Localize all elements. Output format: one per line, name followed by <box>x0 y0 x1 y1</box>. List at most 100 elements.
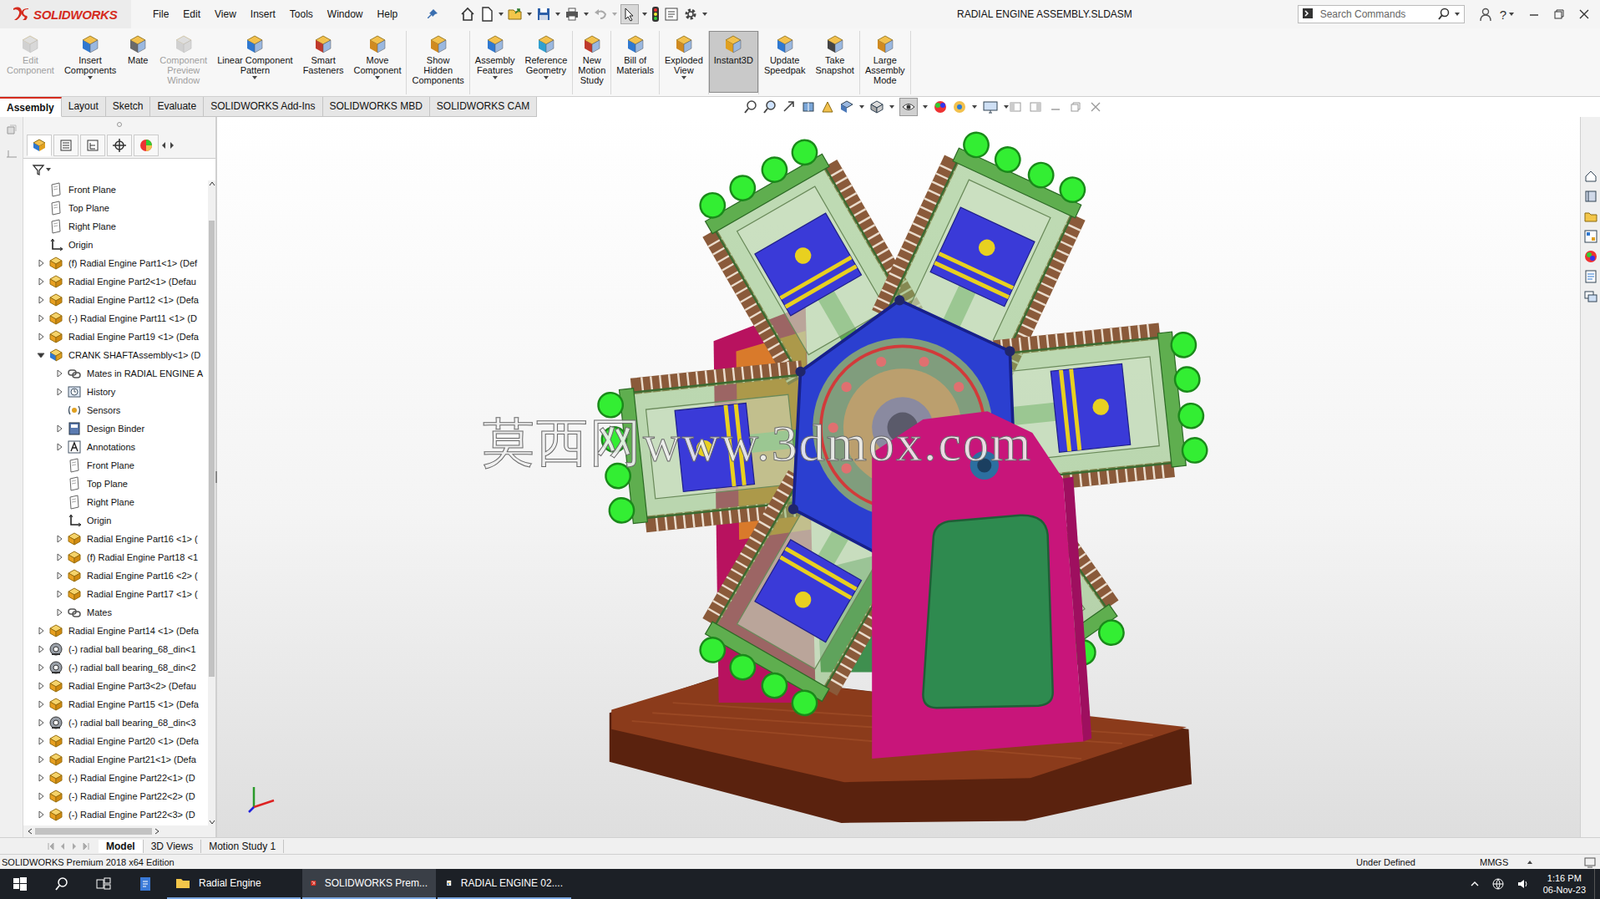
tree-item[interactable]: Top Plane <box>23 474 208 493</box>
configuration-tab[interactable] <box>80 134 106 157</box>
dropdown-icon[interactable] <box>611 10 618 18</box>
view-orientation-icon[interactable] <box>839 99 855 115</box>
command-button[interactable]: AssemblyFeatures <box>470 30 521 93</box>
expand-toggle[interactable] <box>53 440 66 453</box>
dropdown-icon[interactable] <box>971 103 978 111</box>
dropdown-icon[interactable] <box>641 10 649 18</box>
file-explorer-icon[interactable] <box>1583 208 1599 224</box>
panel-handle[interactable] <box>23 116 216 132</box>
rebuild-status-icon[interactable] <box>1583 855 1597 868</box>
property-manager-tab[interactable] <box>53 134 79 157</box>
dropdown-icon[interactable] <box>554 10 562 18</box>
command-tab[interactable]: Layout <box>61 96 107 117</box>
tree-item[interactable]: Radial Engine Part2<1> (Defau <box>23 272 208 291</box>
zoom-to-area-icon[interactable] <box>762 99 778 115</box>
display-style-icon[interactable] <box>869 99 885 115</box>
tree-item[interactable]: Right Plane <box>23 492 208 512</box>
scroll-right-icon[interactable] <box>153 827 161 835</box>
view-settings-icon[interactable] <box>982 99 999 115</box>
command-button[interactable]: Mate <box>121 30 155 93</box>
command-button[interactable]: NewMotionStudy <box>572 30 611 93</box>
tree-item[interactable]: Radial Engine Part12 <1> (Defa <box>23 290 208 309</box>
breadcrumb-icon[interactable] <box>5 123 19 137</box>
dropdown-icon[interactable] <box>582 10 590 18</box>
tree-item[interactable]: Radial Engine Part17 <1> ( <box>23 584 208 603</box>
search-commands[interactable]: Search Commands <box>1297 5 1465 24</box>
tree-item[interactable]: Annotations <box>23 437 208 456</box>
dropdown-icon[interactable] <box>86 75 94 81</box>
select-button[interactable] <box>620 4 639 25</box>
expand-toggle[interactable] <box>35 312 47 325</box>
scroll-left-icon[interactable] <box>26 827 34 835</box>
last-tab-icon[interactable] <box>81 841 91 851</box>
expand-toggle[interactable] <box>53 422 66 435</box>
expand-toggle[interactable] <box>35 698 47 710</box>
menu-item[interactable]: Window <box>327 8 364 21</box>
tile-left-icon[interactable] <box>1009 101 1022 113</box>
expand-toggle[interactable] <box>35 661 47 674</box>
dropdown-icon[interactable] <box>374 75 381 81</box>
command-button[interactable]: Linear ComponentPattern <box>212 30 299 93</box>
scroll-right-icon[interactable] <box>168 141 176 150</box>
expand-toggle[interactable] <box>53 532 66 545</box>
user-icon[interactable] <box>1478 6 1494 22</box>
tile-right-icon[interactable] <box>1029 101 1042 113</box>
command-button[interactable]: ComponentPreviewWindow <box>154 30 213 93</box>
new-document-icon[interactable] <box>478 5 496 23</box>
tree-item[interactable]: (-) radial ball bearing_68_din<2 <box>23 658 208 677</box>
dynamic-annotation-icon[interactable] <box>820 99 836 115</box>
network-icon[interactable] <box>1491 876 1505 891</box>
command-button[interactable]: ExplodedView <box>659 30 709 93</box>
expand-toggle[interactable] <box>53 606 66 618</box>
options-gear-icon[interactable] <box>682 5 699 23</box>
dropdown-icon[interactable] <box>491 75 499 81</box>
expand-toggle[interactable] <box>35 643 47 655</box>
expand-toggle[interactable] <box>35 753 47 765</box>
command-button[interactable]: InsertComponents <box>59 30 122 93</box>
tree-item[interactable]: (-) Radial Engine Part11 <1> (D <box>23 308 208 328</box>
expand-toggle[interactable] <box>53 551 66 563</box>
scroll-down-icon[interactable] <box>208 818 216 826</box>
command-button[interactable]: ShowHiddenComponents <box>406 30 469 93</box>
tree-item[interactable]: Sensors <box>23 400 208 420</box>
tree-item[interactable]: (f) Radial Engine Part18 <1 <box>23 547 208 567</box>
expand-toggle[interactable] <box>35 349 47 361</box>
menu-item[interactable]: Tools <box>289 8 314 21</box>
tree-item[interactable]: Front Plane <box>23 455 208 475</box>
taskbar-item[interactable]: RADIAL ENGINE 02.... <box>437 868 572 899</box>
expand-toggle[interactable] <box>53 587 66 600</box>
dropdown-icon[interactable] <box>251 75 259 81</box>
volume-icon[interactable] <box>1516 876 1530 891</box>
command-button[interactable]: Bill ofMaterials <box>611 30 659 93</box>
tree-item[interactable]: Radial Engine Part16 <2> ( <box>23 566 208 585</box>
model-tab[interactable]: Model <box>98 839 144 853</box>
model-tab[interactable]: Motion Study 1 <box>201 839 284 853</box>
dropdown-icon[interactable] <box>858 103 866 111</box>
command-tab[interactable]: SOLIDWORKS CAM <box>430 96 537 117</box>
expand-toggle[interactable] <box>35 771 47 784</box>
units-selector[interactable]: MMGS <box>1479 856 1584 867</box>
expand-toggle[interactable] <box>35 716 47 729</box>
expand-toggle[interactable] <box>53 385 66 398</box>
show-desktop[interactable] <box>1594 868 1600 899</box>
scroll-thumb[interactable] <box>208 220 215 677</box>
vertical-scrollbar[interactable] <box>207 180 216 826</box>
dropdown-icon[interactable] <box>526 10 533 18</box>
minimize-icon[interactable] <box>1528 8 1540 21</box>
expand-toggle[interactable] <box>35 808 47 821</box>
display-manager-tab[interactable] <box>133 134 159 157</box>
taskbar-item[interactable]: SOLIDWORKS Prem... <box>302 868 436 899</box>
file-properties-icon[interactable] <box>663 5 680 23</box>
search-button[interactable] <box>41 868 82 899</box>
tree-item[interactable]: Top Plane <box>23 198 208 218</box>
tree-item[interactable]: (f) Radial Engine Part1<1> (Def <box>23 253 208 273</box>
menu-item[interactable]: Edit <box>182 8 201 21</box>
previous-view-icon[interactable] <box>781 99 797 115</box>
expand-toggle[interactable] <box>53 367 66 380</box>
dropdown-icon[interactable] <box>542 75 550 81</box>
tree-item[interactable]: Origin <box>23 511 208 530</box>
command-button[interactable]: Instant3D <box>708 30 759 93</box>
tree-item[interactable]: Radial Engine Part14 <1> (Defa <box>23 621 208 640</box>
scroll-thumb[interactable] <box>35 827 152 835</box>
dropdown-icon[interactable] <box>1453 10 1461 18</box>
